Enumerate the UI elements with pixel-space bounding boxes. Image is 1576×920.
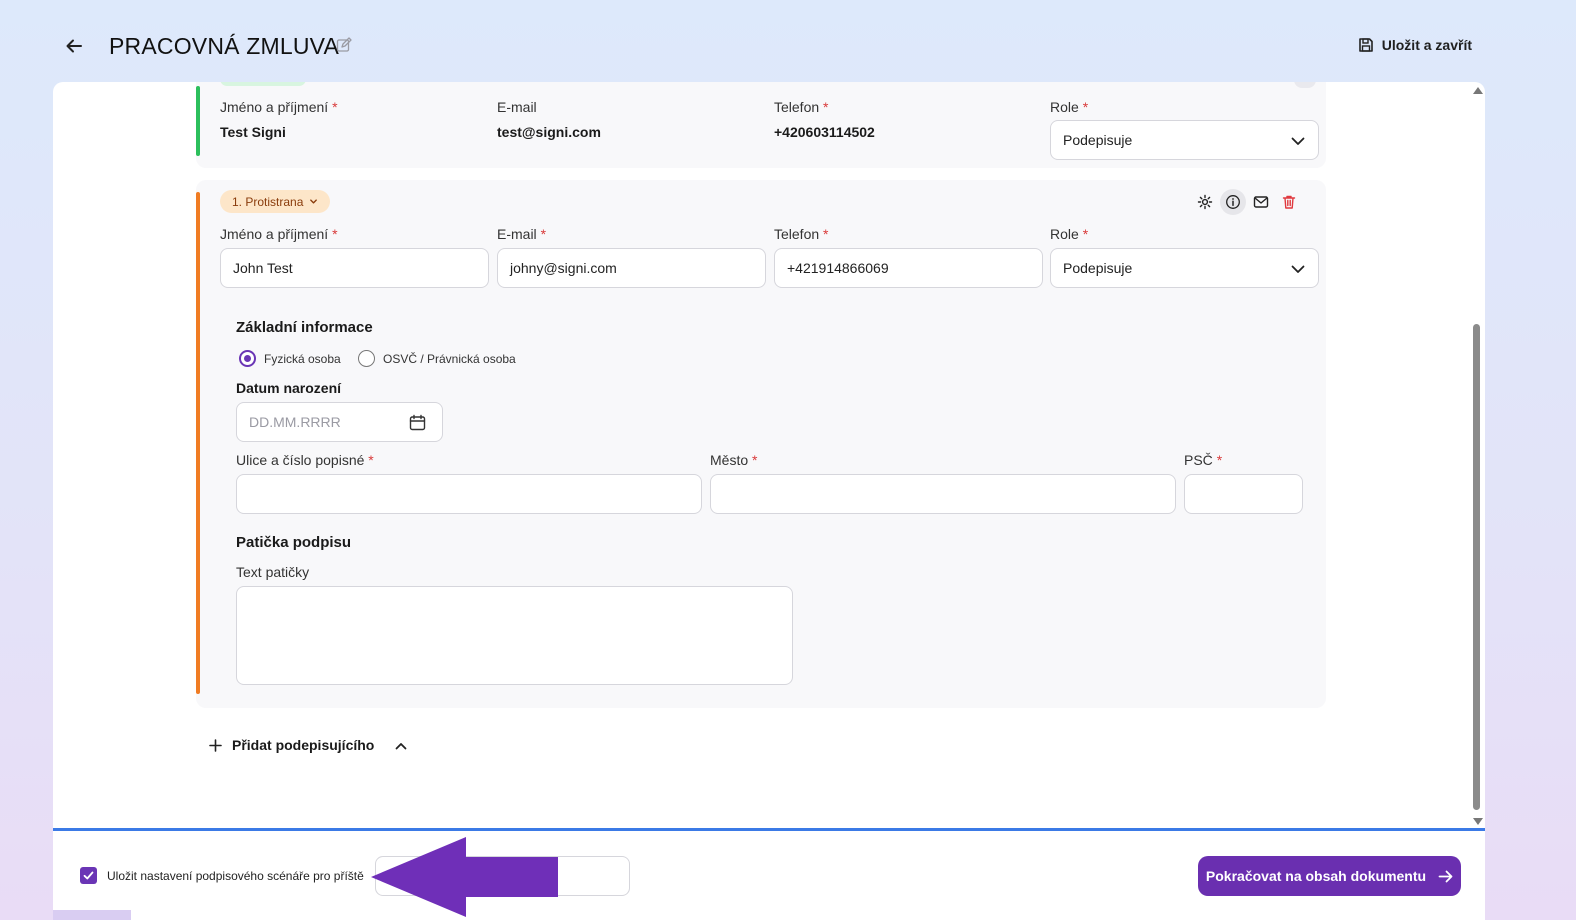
header: PRACOVNÁ ZMLUVA Uložit a zavřít: [0, 0, 1576, 82]
radio-company[interactable]: OSVČ / Právnická osoba: [358, 350, 516, 367]
edit-title-icon[interactable]: [336, 37, 352, 53]
mail-icon: [1253, 196, 1269, 208]
signature-footer-title: Patička podpisu: [236, 534, 352, 551]
arrow-left-icon: [66, 39, 82, 53]
zip-input[interactable]: [1184, 474, 1303, 514]
continue-button[interactable]: Pokračovat na obsah dokumentu: [1198, 856, 1461, 896]
add-signer-label: Přidat podepisujícího: [232, 737, 375, 753]
scroll-down-arrow-icon[interactable]: [1473, 818, 1483, 825]
chevron-down-icon: [1291, 265, 1305, 273]
email-label: E-mail *: [497, 226, 547, 242]
signer-tool-partial[interactable]: [1294, 82, 1316, 88]
save-close-button[interactable]: Uložit a zavřít: [1358, 37, 1472, 53]
gear-icon: [1197, 194, 1213, 210]
save-scenario-checkbox[interactable]: [80, 867, 97, 884]
phone-label: Telefon *: [774, 226, 829, 242]
signer-status-stripe: [196, 192, 200, 694]
radio-company-label: OSVČ / Právnická osoba: [383, 351, 516, 366]
role-label: Role *: [1050, 99, 1089, 115]
plus-icon: [209, 738, 222, 752]
phone-input[interactable]: +421914866069: [774, 248, 1043, 288]
save-close-label: Uložit a zavřít: [1381, 37, 1472, 53]
settings-button[interactable]: [1192, 189, 1218, 215]
role-select[interactable]: Podepisuje: [1050, 120, 1319, 160]
radio-natural-person-label: Fyzická osoba: [264, 351, 341, 366]
city-label: Město *: [710, 452, 758, 468]
arrow-right-icon: [1438, 870, 1453, 882]
footer-bar: Uložit nastavení podpisového scénáře pro…: [53, 831, 1485, 920]
birthdate-input[interactable]: DD.MM.RRRR: [236, 402, 443, 442]
zip-label: PSČ *: [1184, 452, 1223, 468]
role-select-value: Podepisuje: [1063, 260, 1133, 276]
delete-signer-button[interactable]: [1276, 189, 1302, 215]
radio-dot: [358, 350, 375, 367]
save-scenario-label: Uložit nastavení podpisového scénáře pro…: [107, 869, 364, 883]
role-label: Role *: [1050, 226, 1089, 242]
checkmark-icon: [83, 871, 94, 880]
street-input[interactable]: [236, 474, 702, 514]
scrollbar-thumb[interactable]: [1473, 324, 1480, 810]
email-input[interactable]: johny@signi.com: [497, 248, 766, 288]
birthdate-label: Datum narození: [236, 380, 342, 396]
name-label: Jméno a příjmení *: [220, 99, 338, 115]
signers-panel: Jméno a příjmení * Test Signi E-mail tes…: [53, 82, 1485, 830]
scroll-up-arrow-icon[interactable]: [1473, 87, 1483, 94]
chevron-up-icon[interactable]: [393, 738, 409, 754]
bottom-decoration: [53, 910, 131, 920]
phone-value: +420603114502: [774, 124, 875, 140]
signer-status-stripe: [196, 86, 200, 156]
radio-natural-person[interactable]: Fyzická osoba: [239, 350, 341, 367]
party-badge-label: 1. Protistrana: [232, 194, 304, 209]
name-value: Test Signi: [220, 124, 286, 140]
chevron-down-icon: [1291, 137, 1305, 145]
role-select[interactable]: Podepisuje: [1050, 248, 1319, 288]
footer-text-label: Text patičky: [236, 564, 310, 580]
info-button[interactable]: [1220, 189, 1246, 215]
footer-text-input[interactable]: [236, 586, 793, 685]
info-icon: [1226, 195, 1240, 209]
add-signer-button[interactable]: Přidat podepisujícího: [209, 737, 374, 753]
signer-card-2: 1. Protistrana Jméno a příjmení * John T…: [196, 180, 1326, 708]
name-label: Jméno a příjmení *: [220, 226, 338, 242]
back-button[interactable]: [62, 34, 86, 58]
trash-icon: [1282, 195, 1296, 209]
email-button[interactable]: [1248, 189, 1274, 215]
signer-badge-partial[interactable]: [220, 82, 306, 86]
continue-label: Pokračovat na obsah dokumentu: [1205, 868, 1427, 884]
street-label: Ulice a číslo popisné *: [236, 452, 374, 468]
email-label: E-mail: [497, 99, 537, 115]
save-icon: [1358, 38, 1373, 52]
signer-card-1: Jméno a příjmení * Test Signi E-mail tes…: [196, 82, 1326, 168]
chevron-down-icon: [310, 199, 318, 204]
city-input[interactable]: [710, 474, 1176, 514]
birthdate-placeholder: DD.MM.RRRR: [249, 414, 341, 430]
role-select-value: Podepisuje: [1063, 132, 1133, 148]
calendar-icon[interactable]: [409, 414, 426, 431]
scrollbar[interactable]: [1469, 82, 1485, 830]
signer-party-badge[interactable]: 1. Protistrana: [220, 190, 331, 213]
radio-dot-selected: [239, 350, 256, 367]
name-input[interactable]: John Test: [220, 248, 489, 288]
page-title: PRACOVNÁ ZMLUVA: [109, 33, 340, 59]
annotation-arrow-icon: [371, 837, 558, 917]
basic-info-title: Základní informace: [236, 319, 373, 336]
email-value: test@signi.com: [497, 124, 601, 140]
phone-label: Telefon *: [774, 99, 829, 115]
